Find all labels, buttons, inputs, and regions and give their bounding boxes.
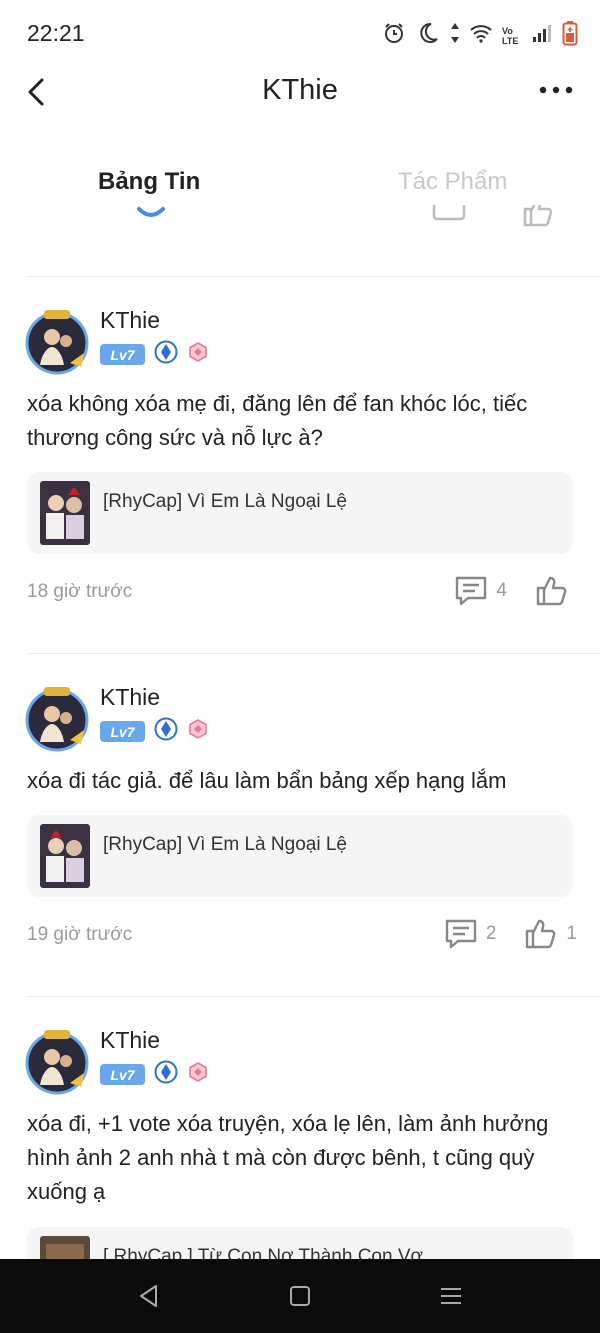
header: KThie [0,66,600,118]
square-home-icon [290,1286,310,1306]
avatar[interactable] [22,1027,92,1097]
like-icon [523,205,553,227]
moon-icon [416,21,440,50]
tab-works[interactable]: Tác Phẩm [398,168,507,196]
tab-feed[interactable]: Bảng Tin [98,168,200,196]
like-icon [536,576,567,606]
level-badge: Lv7 [100,344,145,365]
diamond-badge-icon [154,340,178,369]
menu-lines-icon [441,1288,461,1304]
like-button[interactable]: 1 [524,918,577,950]
level-badge: Lv7 [100,721,145,742]
comment-icon [456,576,487,606]
status-icons: Vo LTE [382,20,578,51]
alarm-icon [382,21,406,50]
story-title: [ RhyCap ] Từ Con Nợ Thành Con Vợ [103,1246,423,1259]
nav-home-button[interactable] [285,1281,315,1311]
diamond-badge-icon [154,1060,178,1089]
post-actions: 2 1 [444,918,577,950]
system-nav-bar [0,1259,600,1333]
post-text: xóa đi tác giả. để lâu làm bẩn bảng xếp … [27,768,507,793]
avatar[interactable] [22,307,92,377]
more-options-button[interactable] [538,80,574,100]
story-title: [RhyCap] Vì Em Là Ngoại Lệ [103,834,347,855]
diamond-badge-icon [154,717,178,746]
author-name[interactable]: KThie [100,1027,160,1054]
story-title: [RhyCap] Vì Em Là Ngoại Lệ [103,491,347,512]
status-bar: 22:21 Vo LTE [0,0,600,66]
signal-icon [532,23,552,48]
comment-icon [445,919,477,949]
level-badge: Lv7 [100,1064,145,1085]
divider [28,276,600,277]
gem-badge-icon [187,341,209,368]
post-meta: 18 giờ trước 4 [27,575,577,609]
story-thumbnail [40,1236,90,1259]
divider [28,996,600,997]
post-text: xóa không xóa mẹ đi, đăng lên để fan khó… [27,391,528,450]
comment-icon [432,205,466,221]
linked-story-card[interactable]: [RhyCap] Vì Em Là Ngoại Lệ [27,472,573,554]
post-actions: 4 [454,575,577,607]
avatar[interactable] [22,684,92,754]
post-time: 18 giờ trước [27,581,133,602]
post-text: xóa đi, +1 vote xóa truyện, xóa lẹ lên, … [27,1111,549,1204]
author-name[interactable]: KThie [100,307,160,334]
volte-icon: Vo LTE [502,25,519,46]
page-title: KThie [262,74,338,106]
comment-button[interactable]: 4 [454,575,507,607]
battery-low-icon [562,20,578,51]
comment-count: 2 [485,923,497,944]
gem-badge-icon [187,718,209,745]
nav-back-button[interactable] [134,1281,164,1311]
status-time: 22:21 [27,20,85,46]
triangle-back-icon [140,1285,157,1307]
feed-list[interactable]: KThie Lv7 xóa không xóa mẹ đi, đăng lên … [0,205,600,1259]
story-thumbnail [40,824,90,888]
previous-post-meta [28,205,572,231]
comment-count: 4 [496,580,507,601]
comment-button[interactable]: 2 [444,918,497,950]
post-meta: 19 giờ trước 2 1 [27,918,577,952]
gem-badge-icon [187,1061,209,1088]
nav-menu-button[interactable] [436,1281,466,1311]
linked-story-card[interactable]: [ RhyCap ] Từ Con Nợ Thành Con Vợ [27,1227,573,1259]
badges: Lv7 [100,340,209,369]
like-button[interactable] [535,575,577,607]
story-thumbnail [40,481,90,545]
like-icon [526,919,556,949]
divider [28,653,600,654]
wifi-icon [470,23,492,48]
data-arrows-icon [450,21,460,50]
linked-story-card[interactable]: [RhyCap] Vì Em Là Ngoại Lệ [27,815,573,897]
badges: Lv7 [100,1060,209,1089]
author-name[interactable]: KThie [100,684,160,711]
post-time: 19 giờ trước [27,924,133,945]
like-count: 1 [566,923,577,944]
badges: Lv7 [100,717,209,746]
